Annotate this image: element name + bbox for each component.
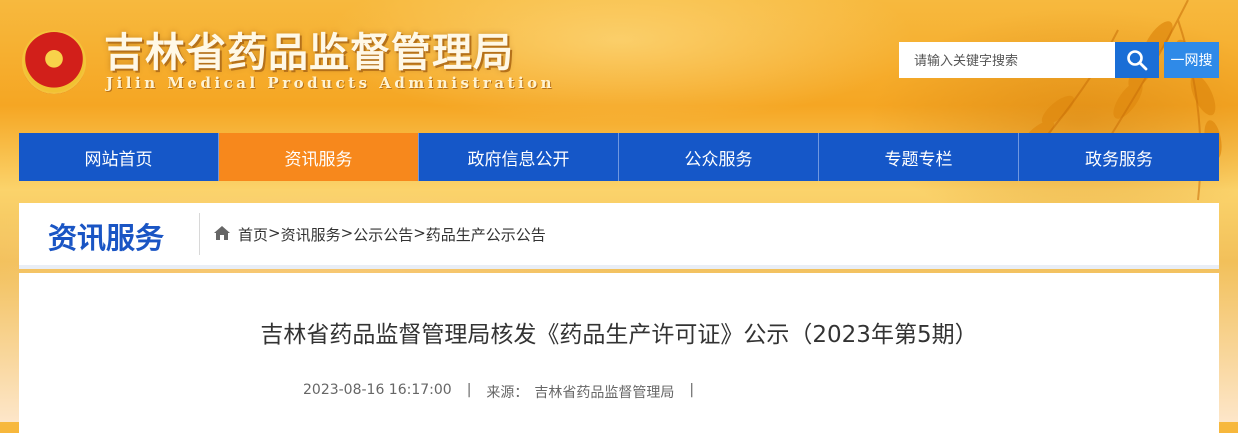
home-icon [214, 226, 230, 240]
article-datetime: 2023-08-16 16:17:00 [303, 382, 452, 398]
main-nav: 网站首页 资讯服务 政府信息公开 公众服务 专题专栏 政务服务 [19, 133, 1219, 181]
breadcrumb-bar: 资讯服务 首页 > 资讯服务 > 公示公告 > 药品生产公示公告 [19, 203, 1219, 269]
breadcrumb-home[interactable]: 首页 [238, 224, 268, 245]
meta-divider: | [466, 382, 472, 398]
search-icon [1127, 50, 1148, 71]
article-title: 吉林省药品监督管理局核发《药品生产许可证》公示（2023年第5期） [260, 322, 978, 348]
breadcrumb-separator: > [340, 224, 354, 242]
search-button[interactable] [1115, 42, 1159, 78]
yiwang-search-button[interactable]: 一网搜 [1164, 42, 1219, 78]
breadcrumb-separator: > [413, 224, 426, 242]
breadcrumb: 首页 > 资讯服务 > 公示公告 > 药品生产公示公告 [238, 224, 546, 245]
search-input[interactable] [899, 42, 1115, 78]
breadcrumb-separator: > [268, 224, 281, 242]
site-title: 吉林省药品监督管理局 [104, 29, 514, 76]
breadcrumb-news-service[interactable]: 资讯服务 [281, 224, 341, 245]
nav-item-gov-service[interactable]: 政务服务 [1019, 133, 1219, 181]
article-container: 吉林省药品监督管理局核发《药品生产许可证》公示（2023年第5期） 2023-0… [19, 273, 1219, 433]
source-label: 来源： [486, 385, 529, 401]
nav-item-special-topics[interactable]: 专题专栏 [819, 133, 1019, 181]
section-title: 资讯服务 [48, 221, 165, 255]
article-meta: 2023-08-16 16:17:00 | 来源： 吉林省药品监督管理局 | [303, 382, 709, 402]
nav-item-gov-info[interactable]: 政府信息公开 [419, 133, 619, 181]
breadcrumb-announcements[interactable]: 公示公告 [353, 224, 413, 245]
divider [199, 213, 200, 255]
nav-item-home[interactable]: 网站首页 [19, 133, 219, 181]
breadcrumb-drug-production-announcements[interactable]: 药品生产公示公告 [426, 224, 546, 245]
article-source: 吉林省药品监督管理局 [534, 385, 675, 401]
site-subtitle: Jilin Medical Products Administration [106, 74, 556, 92]
meta-divider: | [689, 382, 695, 398]
national-emblem-icon [22, 30, 86, 94]
nav-item-news-service[interactable]: 资讯服务 [219, 133, 419, 181]
nav-item-public-service[interactable]: 公众服务 [619, 133, 819, 181]
